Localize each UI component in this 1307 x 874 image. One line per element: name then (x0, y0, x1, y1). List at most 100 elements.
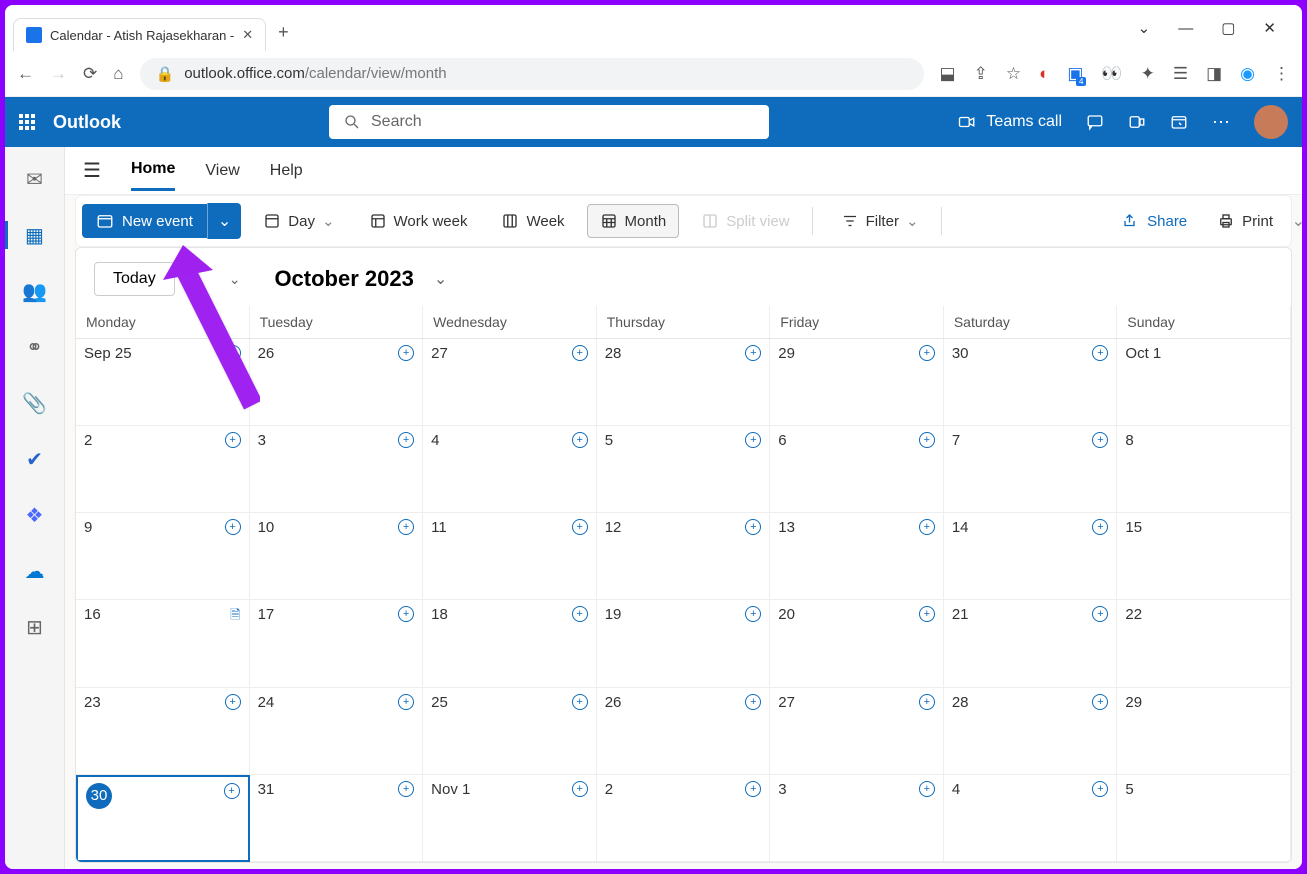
rail-calendar-icon[interactable]: ▦ (5, 221, 64, 249)
rail-groups-icon[interactable]: ⚭ (17, 333, 53, 361)
extension-obsidian-icon[interactable]: ▣4 (1067, 64, 1083, 84)
new-event-button[interactable]: New event (82, 204, 207, 238)
day-cell[interactable]: 5+ (597, 426, 771, 513)
nav-toggle-icon[interactable]: ☰ (83, 158, 101, 183)
add-event-icon[interactable]: + (1092, 781, 1108, 797)
rail-people-icon[interactable]: 👥 (17, 277, 53, 305)
view-workweek-button[interactable]: Work week (357, 205, 480, 237)
add-event-icon[interactable]: + (225, 432, 241, 448)
browser-tab[interactable]: Calendar - Atish Rajasekharan - ✕ (13, 18, 266, 51)
day-cell[interactable]: 19+ (597, 600, 771, 687)
new-tab-button[interactable]: + (266, 14, 301, 51)
maximize-icon[interactable]: ▢ (1221, 19, 1235, 37)
day-cell[interactable]: Sep 25+ (76, 339, 250, 426)
print-button[interactable]: Print (1205, 205, 1285, 237)
add-event-icon[interactable]: + (919, 345, 935, 361)
add-event-icon[interactable]: + (745, 781, 761, 797)
day-cell[interactable]: 3+ (770, 775, 944, 862)
day-cell[interactable]: 6+ (770, 426, 944, 513)
day-cell[interactable]: 30+ (76, 775, 250, 862)
rail-mail-icon[interactable]: ✉ (17, 165, 53, 193)
tab-home[interactable]: Home (131, 150, 175, 191)
day-cell[interactable]: 7+ (944, 426, 1118, 513)
rail-onedrive-icon[interactable]: ☁ (17, 557, 53, 585)
day-cell[interactable]: 5 (1117, 775, 1291, 862)
add-event-icon[interactable]: + (919, 694, 935, 710)
add-event-icon[interactable]: + (919, 432, 935, 448)
month-picker-icon[interactable]: ⌄ (434, 269, 447, 289)
add-event-icon[interactable]: + (1092, 694, 1108, 710)
reload-button[interactable]: ⟳ (83, 64, 97, 84)
filter-button[interactable]: Filter ⌄ (829, 205, 931, 237)
view-day-button[interactable]: Day ⌄ (251, 205, 346, 237)
day-cell[interactable]: 21+ (944, 600, 1118, 687)
view-month-button[interactable]: Month (587, 204, 680, 238)
note-icon[interactable]: 🗎 (230, 606, 240, 628)
day-cell[interactable]: 20+ (770, 600, 944, 687)
add-event-icon[interactable]: + (1092, 519, 1108, 535)
day-cell[interactable]: 31+ (250, 775, 424, 862)
day-cell[interactable]: 4+ (423, 426, 597, 513)
day-cell[interactable]: 9+ (76, 513, 250, 600)
add-event-icon[interactable]: + (572, 694, 588, 710)
day-cell[interactable]: 10+ (250, 513, 424, 600)
day-cell[interactable]: 3+ (250, 426, 424, 513)
add-event-icon[interactable]: + (1092, 432, 1108, 448)
rail-more-apps-icon[interactable]: ⊞ (17, 613, 53, 641)
reading-list-icon[interactable]: ☰ (1173, 64, 1188, 84)
add-event-icon[interactable]: + (398, 345, 414, 361)
add-event-icon[interactable]: + (225, 345, 241, 361)
day-cell[interactable]: 29 (1117, 688, 1291, 775)
bookmark-icon[interactable]: ☆ (1006, 64, 1021, 84)
minimize-icon[interactable]: — (1178, 20, 1193, 37)
extension-ublock-icon[interactable]: ◐ (1039, 64, 1049, 84)
day-cell[interactable]: Nov 1+ (423, 775, 597, 862)
avatar[interactable] (1254, 105, 1288, 139)
day-cell[interactable]: 30+ (944, 339, 1118, 426)
tab-help[interactable]: Help (270, 152, 303, 190)
day-cell[interactable]: 28+ (597, 339, 771, 426)
day-cell[interactable]: 18+ (423, 600, 597, 687)
day-cell[interactable]: 15 (1117, 513, 1291, 600)
url-input[interactable]: 🔒 outlook.office.com/calendar/view/month (140, 58, 924, 90)
tab-view[interactable]: View (205, 152, 239, 190)
add-event-icon[interactable]: + (745, 606, 761, 622)
add-event-icon[interactable]: + (572, 606, 588, 622)
day-cell[interactable]: 26+ (597, 688, 771, 775)
search-input[interactable]: Search (329, 105, 769, 139)
rail-files-icon[interactable]: 📎 (17, 389, 53, 417)
add-event-icon[interactable]: + (919, 519, 935, 535)
add-event-icon[interactable]: + (398, 781, 414, 797)
add-event-icon[interactable]: + (919, 781, 935, 797)
add-event-icon[interactable]: + (572, 432, 588, 448)
new-event-dropdown[interactable]: ⌄ (207, 203, 241, 239)
more-icon[interactable]: ⋯ (1212, 112, 1230, 133)
browser-menu-icon[interactable]: ⋮ (1273, 64, 1290, 84)
day-tip-icon[interactable] (1170, 113, 1188, 131)
app-launcher-icon[interactable] (19, 114, 35, 130)
back-button[interactable]: ← (17, 64, 34, 84)
day-cell[interactable]: 27+ (770, 688, 944, 775)
day-cell[interactable]: 12+ (597, 513, 771, 600)
day-cell[interactable]: 22 (1117, 600, 1291, 687)
day-cell[interactable]: 29+ (770, 339, 944, 426)
rail-engage-icon[interactable]: ❖ (17, 501, 53, 529)
day-cell[interactable]: 26+ (250, 339, 424, 426)
add-event-icon[interactable]: + (398, 432, 414, 448)
share-button[interactable]: Share (1110, 205, 1199, 237)
view-week-button[interactable]: Week (489, 205, 576, 237)
home-button[interactable]: ⌂ (113, 64, 123, 84)
day-cell[interactable]: Oct 1 (1117, 339, 1291, 426)
chevron-down-icon[interactable]: ⌄ (1138, 19, 1151, 37)
day-cell[interactable]: 23+ (76, 688, 250, 775)
add-event-icon[interactable]: + (398, 694, 414, 710)
prev-month-button[interactable]: ⌄ (229, 271, 241, 288)
extension-mask-icon[interactable]: 👀 (1101, 64, 1122, 84)
close-tab-icon[interactable]: ✕ (242, 27, 253, 43)
day-cell[interactable]: 4+ (944, 775, 1118, 862)
rail-todo-icon[interactable]: ✔ (17, 445, 53, 473)
add-event-icon[interactable]: + (225, 519, 241, 535)
today-button[interactable]: Today (94, 262, 175, 296)
day-cell[interactable]: 17+ (250, 600, 424, 687)
day-cell[interactable]: 28+ (944, 688, 1118, 775)
